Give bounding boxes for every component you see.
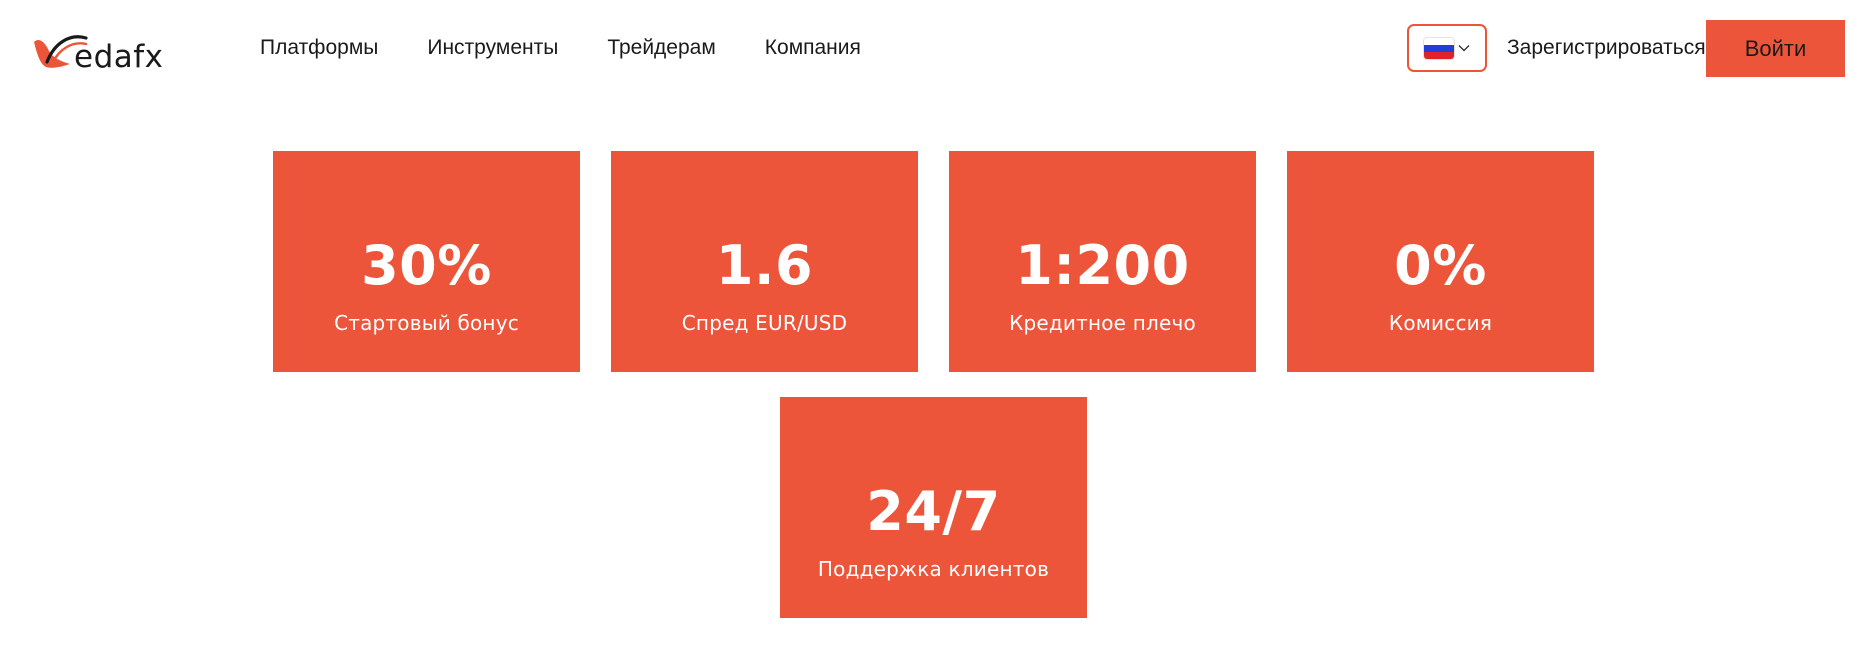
main-nav: Платформы Инструменты Трейдерам Компания	[260, 36, 861, 60]
stat-card-leverage: 1:200 Кредитное плечо	[949, 151, 1256, 372]
nav-item-platforms[interactable]: Платформы	[260, 36, 378, 60]
stat-value: 30%	[361, 234, 492, 297]
stat-label: Поддержка клиентов	[817, 557, 1050, 581]
stat-label: Стартовый бонус	[334, 311, 519, 335]
stat-card-support: 24/7 Поддержка клиентов	[780, 397, 1087, 618]
chevron-down-icon	[1458, 45, 1470, 52]
stat-card-bonus: 30% Стартовый бонус	[273, 151, 580, 372]
register-link[interactable]: Зарегистрироваться	[1507, 36, 1706, 60]
logo-text: edafx	[74, 39, 164, 75]
stat-label: Кредитное плечо	[1009, 311, 1196, 335]
language-selector[interactable]	[1407, 24, 1487, 72]
stat-value: 1.6	[715, 234, 814, 297]
stat-value: 1:200	[1015, 234, 1190, 297]
site-header: edafx Платформы Инструменты Трейдерам Ко…	[0, 0, 1857, 100]
nav-item-company[interactable]: Компания	[765, 36, 861, 60]
stat-label: Спред EUR/USD	[681, 311, 848, 335]
login-button[interactable]: Войти	[1706, 20, 1845, 77]
stat-card-commission: 0% Комиссия	[1287, 151, 1594, 372]
stat-label: Комиссия	[1388, 311, 1493, 335]
stat-value: 24/7	[866, 480, 1001, 543]
stat-value: 0%	[1394, 234, 1487, 297]
stat-card-spread: 1.6 Спред EUR/USD	[611, 151, 918, 372]
nav-item-instruments[interactable]: Инструменты	[427, 36, 558, 60]
russia-flag-icon	[1424, 37, 1454, 59]
logo[interactable]: edafx	[30, 24, 164, 74]
nav-item-traders[interactable]: Трейдерам	[607, 36, 715, 60]
